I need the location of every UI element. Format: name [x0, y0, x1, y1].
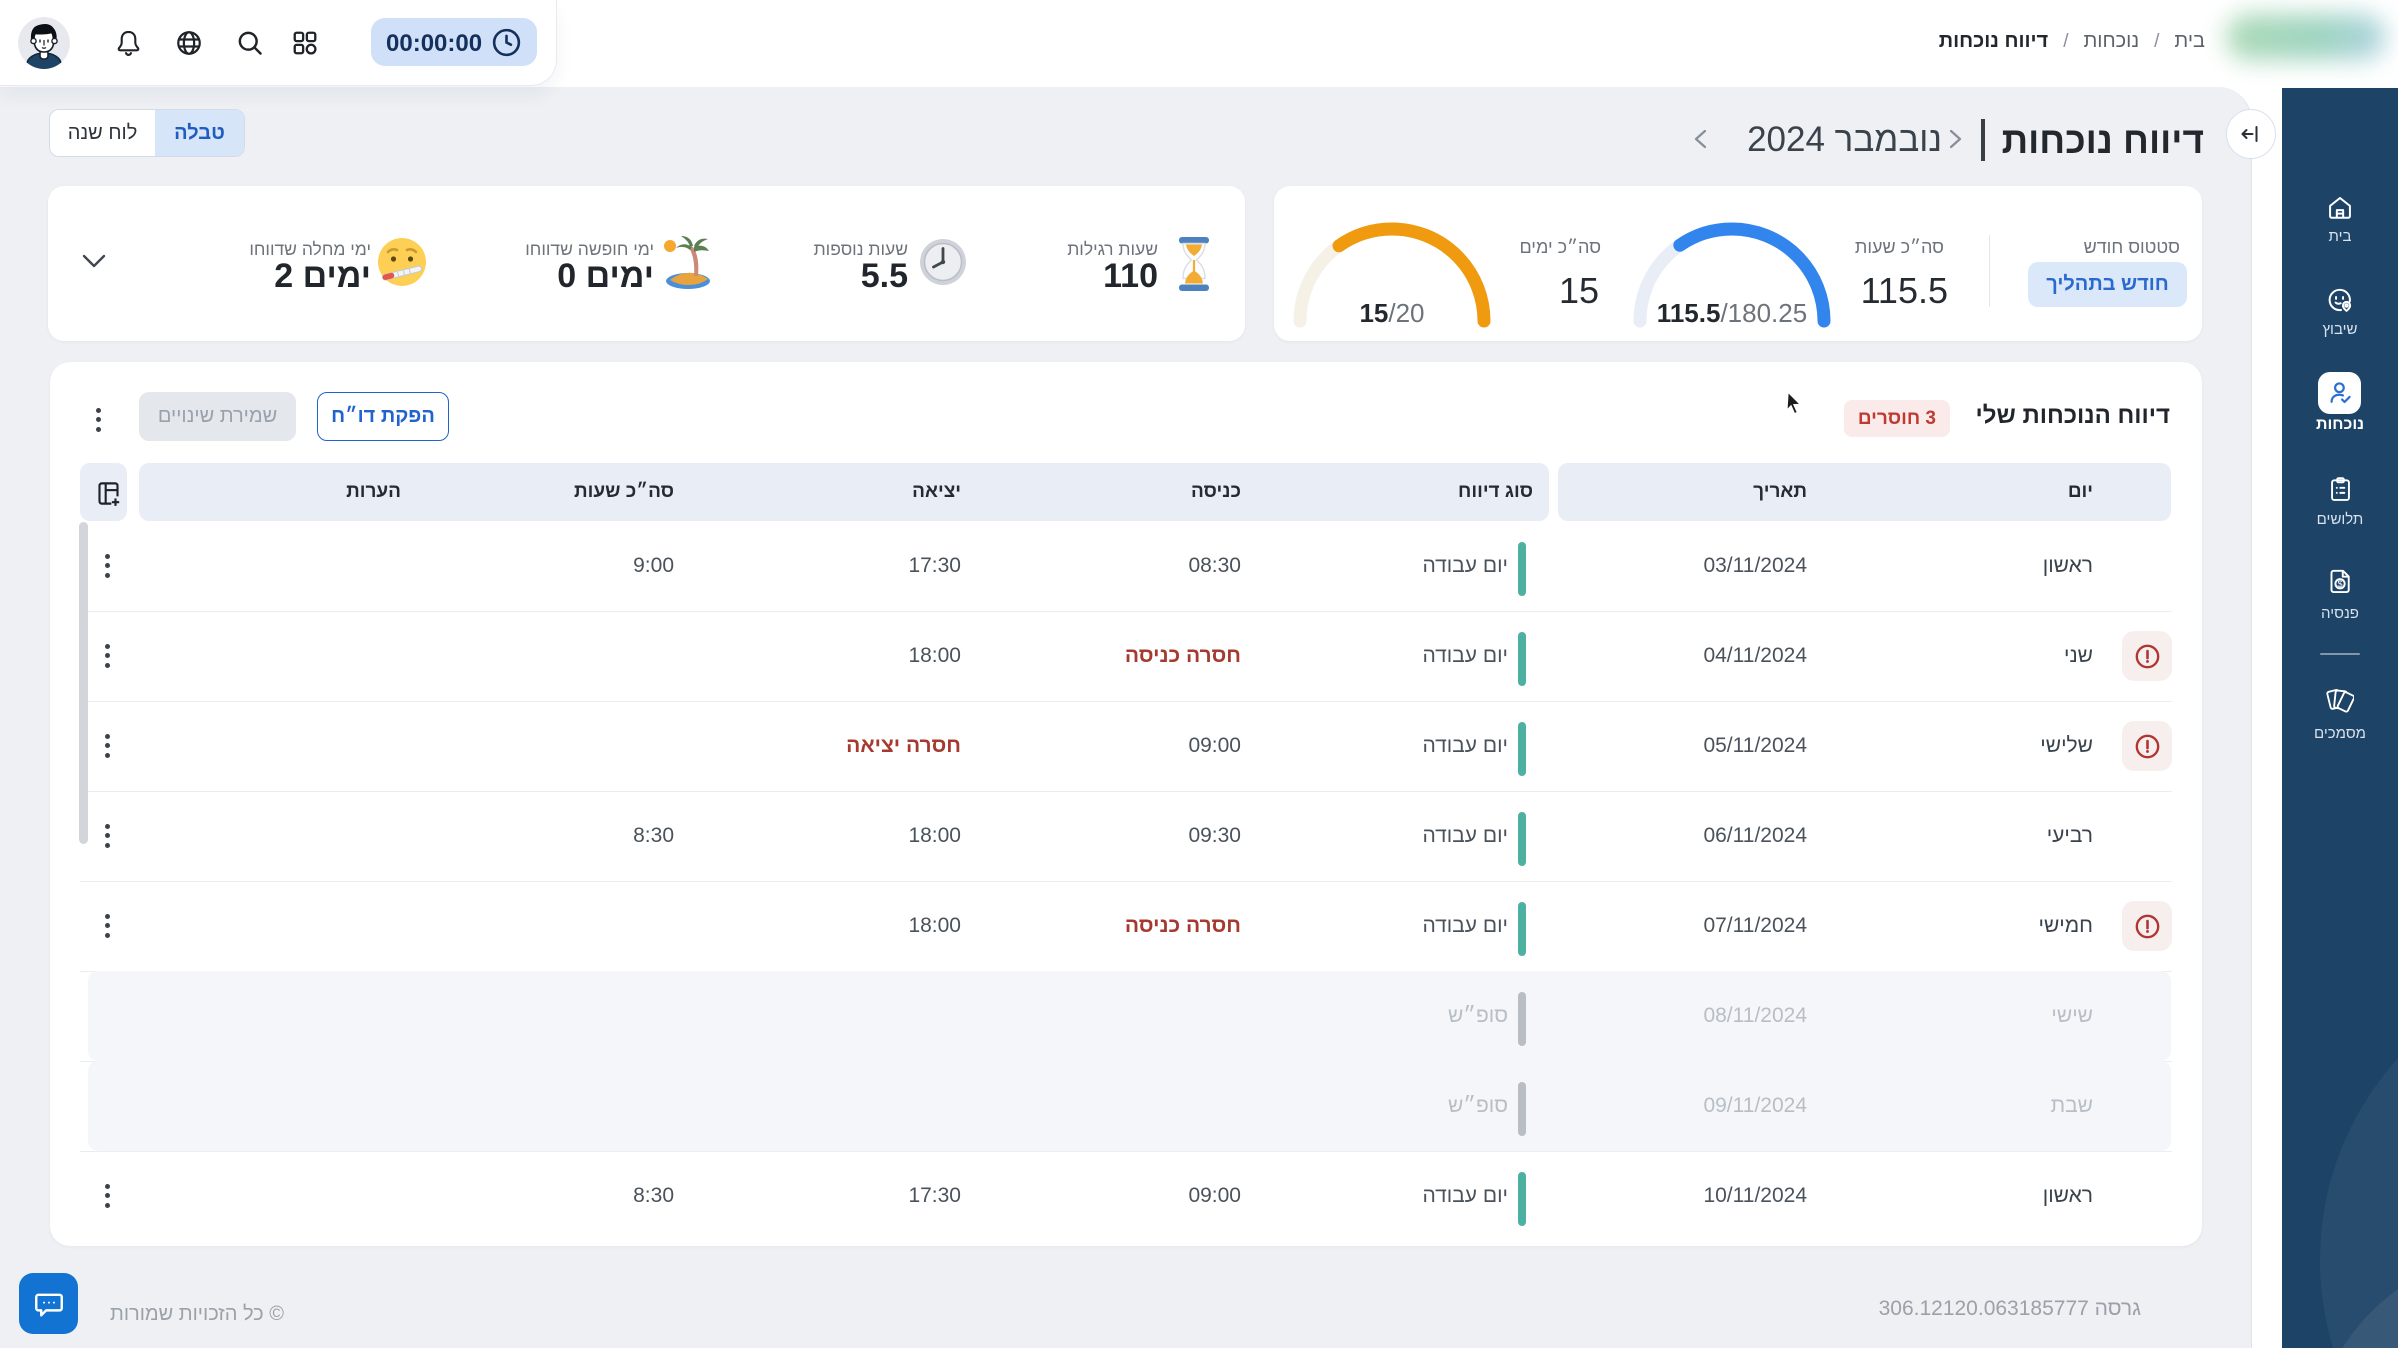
svg-text:$: $ — [2338, 579, 2343, 589]
